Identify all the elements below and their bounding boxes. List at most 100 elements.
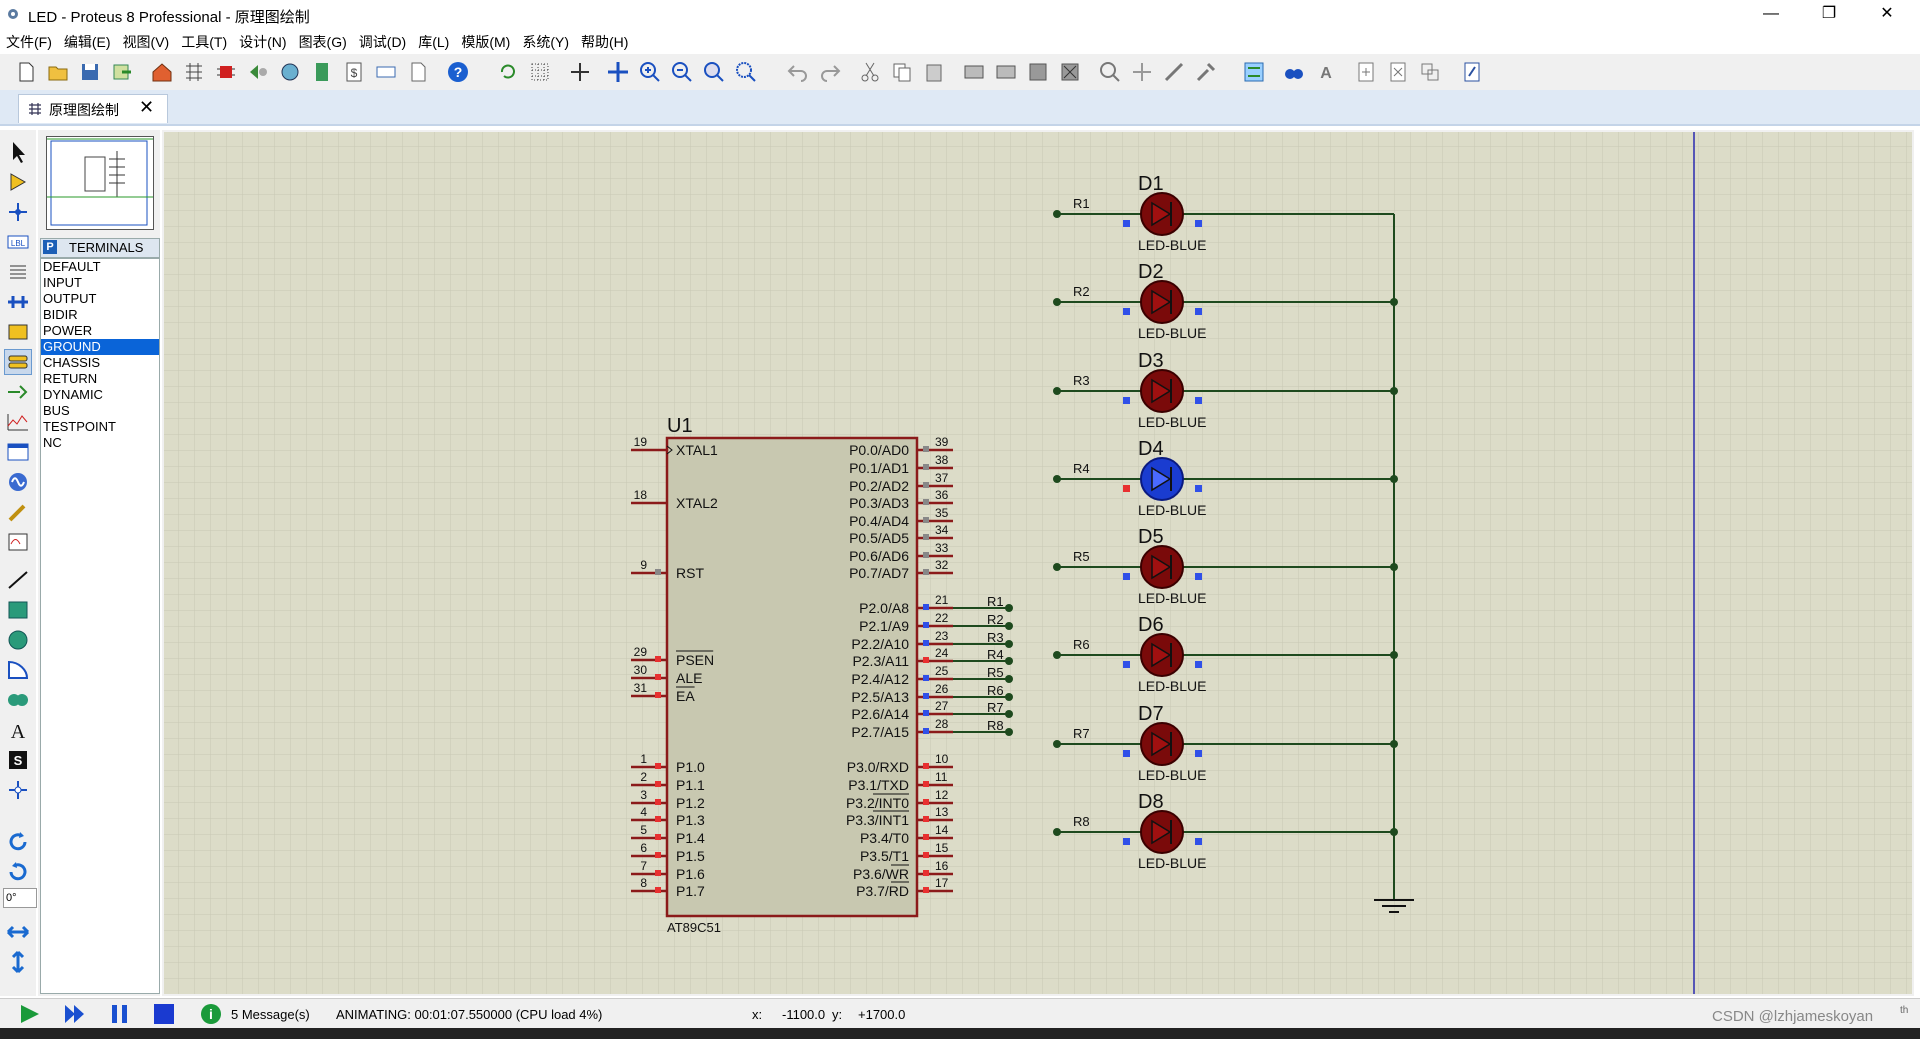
text-tool-icon[interactable]: A — [5, 718, 31, 742]
grid-toggle-icon[interactable] — [528, 60, 552, 84]
paste-icon[interactable] — [922, 60, 946, 84]
menu-edit[interactable]: 编辑(E) — [58, 30, 117, 54]
design-explorer-icon[interactable] — [374, 60, 398, 84]
play-icon[interactable] — [18, 1003, 42, 1025]
menu-file[interactable]: 文件(F) — [0, 30, 58, 54]
wire-autorouter-icon[interactable] — [1242, 60, 1266, 84]
line-tool-icon[interactable] — [5, 568, 31, 592]
list-item[interactable]: BUS — [41, 403, 159, 419]
subcircuit-mode-icon[interactable] — [5, 320, 31, 344]
cut-icon[interactable] — [858, 60, 882, 84]
list-item-selected[interactable]: GROUND — [41, 339, 159, 355]
copy-icon[interactable] — [890, 60, 914, 84]
menu-view[interactable]: 视图(V) — [117, 30, 176, 54]
menu-design[interactable]: 设计(N) — [233, 30, 292, 54]
tape-recorder-mode-icon[interactable] — [5, 440, 31, 464]
origin-icon[interactable] — [568, 60, 592, 84]
rotate-anticlockwise-icon[interactable] — [5, 860, 31, 884]
device-pins-mode-icon[interactable] — [5, 380, 31, 404]
help-icon[interactable]: ? — [446, 60, 470, 84]
schematic-editing-window[interactable]: U1 AT89C51 19 XTAL1 18 XTAL2 9 RST 29 PSEN 30 ALE 31… — [162, 130, 1914, 996]
pcb-icon[interactable] — [214, 60, 238, 84]
stop-icon[interactable] — [152, 1003, 176, 1025]
path-tool-icon[interactable] — [5, 688, 31, 712]
refresh-icon[interactable] — [496, 60, 520, 84]
terminals-mode-icon[interactable] — [4, 349, 32, 375]
close-button[interactable]: ✕ — [1864, 0, 1910, 30]
list-item[interactable]: BIDIR — [41, 307, 159, 323]
list-item[interactable]: TESTPOINT — [41, 419, 159, 435]
buses-mode-icon[interactable] — [5, 290, 31, 314]
remove-sheet-icon[interactable] — [1386, 60, 1410, 84]
zoom-all-icon[interactable] — [702, 60, 726, 84]
tab-close-icon[interactable]: ✕ — [139, 97, 154, 118]
list-item[interactable]: OUTPUT — [41, 291, 159, 307]
menu-system[interactable]: 系统(Y) — [516, 30, 575, 54]
pan-icon[interactable] — [606, 60, 630, 84]
open-folder-icon[interactable] — [46, 60, 70, 84]
junction-dot-mode-icon[interactable] — [5, 200, 31, 224]
generator-mode-icon[interactable] — [5, 470, 31, 494]
block-delete-icon[interactable] — [1058, 60, 1082, 84]
pause-icon[interactable] — [108, 1003, 132, 1025]
rotate-clockwise-icon[interactable] — [5, 830, 31, 854]
make-device-icon[interactable] — [1130, 60, 1154, 84]
arc-tool-icon[interactable] — [5, 658, 31, 682]
zoom-in-icon[interactable] — [638, 60, 662, 84]
new-file-icon[interactable] — [14, 60, 38, 84]
mirror-horizontal-icon[interactable] — [5, 920, 31, 944]
schematic-canvas[interactable]: U1AT89C5119 XTAL118 XTAL29 RST29 PSEN30 ALE31… — [162, 130, 1914, 996]
cost-icon[interactable]: $ — [342, 60, 366, 84]
block-move-icon[interactable] — [994, 60, 1018, 84]
block-copy-icon[interactable] — [962, 60, 986, 84]
symbol-tool-icon[interactable]: S — [5, 748, 31, 772]
component-mode-icon[interactable] — [5, 170, 31, 194]
tab-schematic-capture[interactable]: 原理图绘制 ✕ — [18, 94, 168, 123]
pick-device-icon[interactable] — [1098, 60, 1122, 84]
home-icon[interactable] — [150, 60, 174, 84]
list-item[interactable]: INPUT — [41, 275, 159, 291]
import-icon[interactable] — [110, 60, 134, 84]
info-icon[interactable]: i — [200, 1003, 222, 1025]
pick-button[interactable]: P — [43, 240, 57, 254]
minimize-button[interactable]: — — [1748, 0, 1794, 30]
exit-to-parent-icon[interactable] — [1418, 60, 1442, 84]
block-rotate-icon[interactable] — [1026, 60, 1050, 84]
gerber-icon[interactable] — [246, 60, 270, 84]
list-item[interactable]: CHASSIS — [41, 355, 159, 371]
message-count[interactable]: 5 Message(s) — [231, 1007, 310, 1022]
restore-button[interactable]: ❐ — [1806, 0, 1852, 30]
step-icon[interactable] — [62, 1003, 88, 1025]
save-icon[interactable] — [78, 60, 102, 84]
graph-mode-icon[interactable] — [5, 410, 31, 434]
new-sheet-icon[interactable] — [1354, 60, 1378, 84]
zoom-area-icon[interactable] — [734, 60, 758, 84]
list-item[interactable]: DYNAMIC — [41, 387, 159, 403]
property-assignment-icon[interactable]: A — [1314, 60, 1338, 84]
text-script-mode-icon[interactable] — [5, 260, 31, 284]
menu-debug[interactable]: 调试(D) — [353, 30, 412, 54]
probe-mode-icon[interactable] — [5, 500, 31, 524]
marker-tool-icon[interactable] — [5, 778, 31, 802]
menu-template[interactable]: 模版(M) — [455, 30, 516, 54]
overview-window[interactable] — [46, 136, 154, 230]
netlist-icon[interactable] — [1460, 60, 1484, 84]
schematic-icon[interactable] — [182, 60, 206, 84]
wire-label-mode-icon[interactable]: LBL — [5, 230, 31, 254]
box-tool-icon[interactable] — [5, 598, 31, 622]
terminals-list[interactable]: DEFAULT INPUT OUTPUT BIDIR POWER GROUND … — [40, 258, 160, 994]
zoom-out-icon[interactable] — [670, 60, 694, 84]
packaging-tool-icon[interactable] — [1162, 60, 1186, 84]
menu-tools[interactable]: 工具(T) — [175, 30, 233, 54]
list-item[interactable]: NC — [41, 435, 159, 451]
search-tag-icon[interactable] — [1282, 60, 1306, 84]
mirror-vertical-icon[interactable] — [5, 950, 31, 974]
selection-mode-icon[interactable] — [5, 140, 31, 164]
list-item[interactable]: POWER — [41, 323, 159, 339]
bom-icon[interactable] — [310, 60, 334, 84]
rotation-angle-field[interactable]: 0° — [3, 888, 37, 908]
menu-library[interactable]: 库(L) — [412, 30, 455, 54]
source-code-icon[interactable] — [406, 60, 430, 84]
virtual-instruments-mode-icon[interactable] — [5, 530, 31, 554]
circle-tool-icon[interactable] — [5, 628, 31, 652]
